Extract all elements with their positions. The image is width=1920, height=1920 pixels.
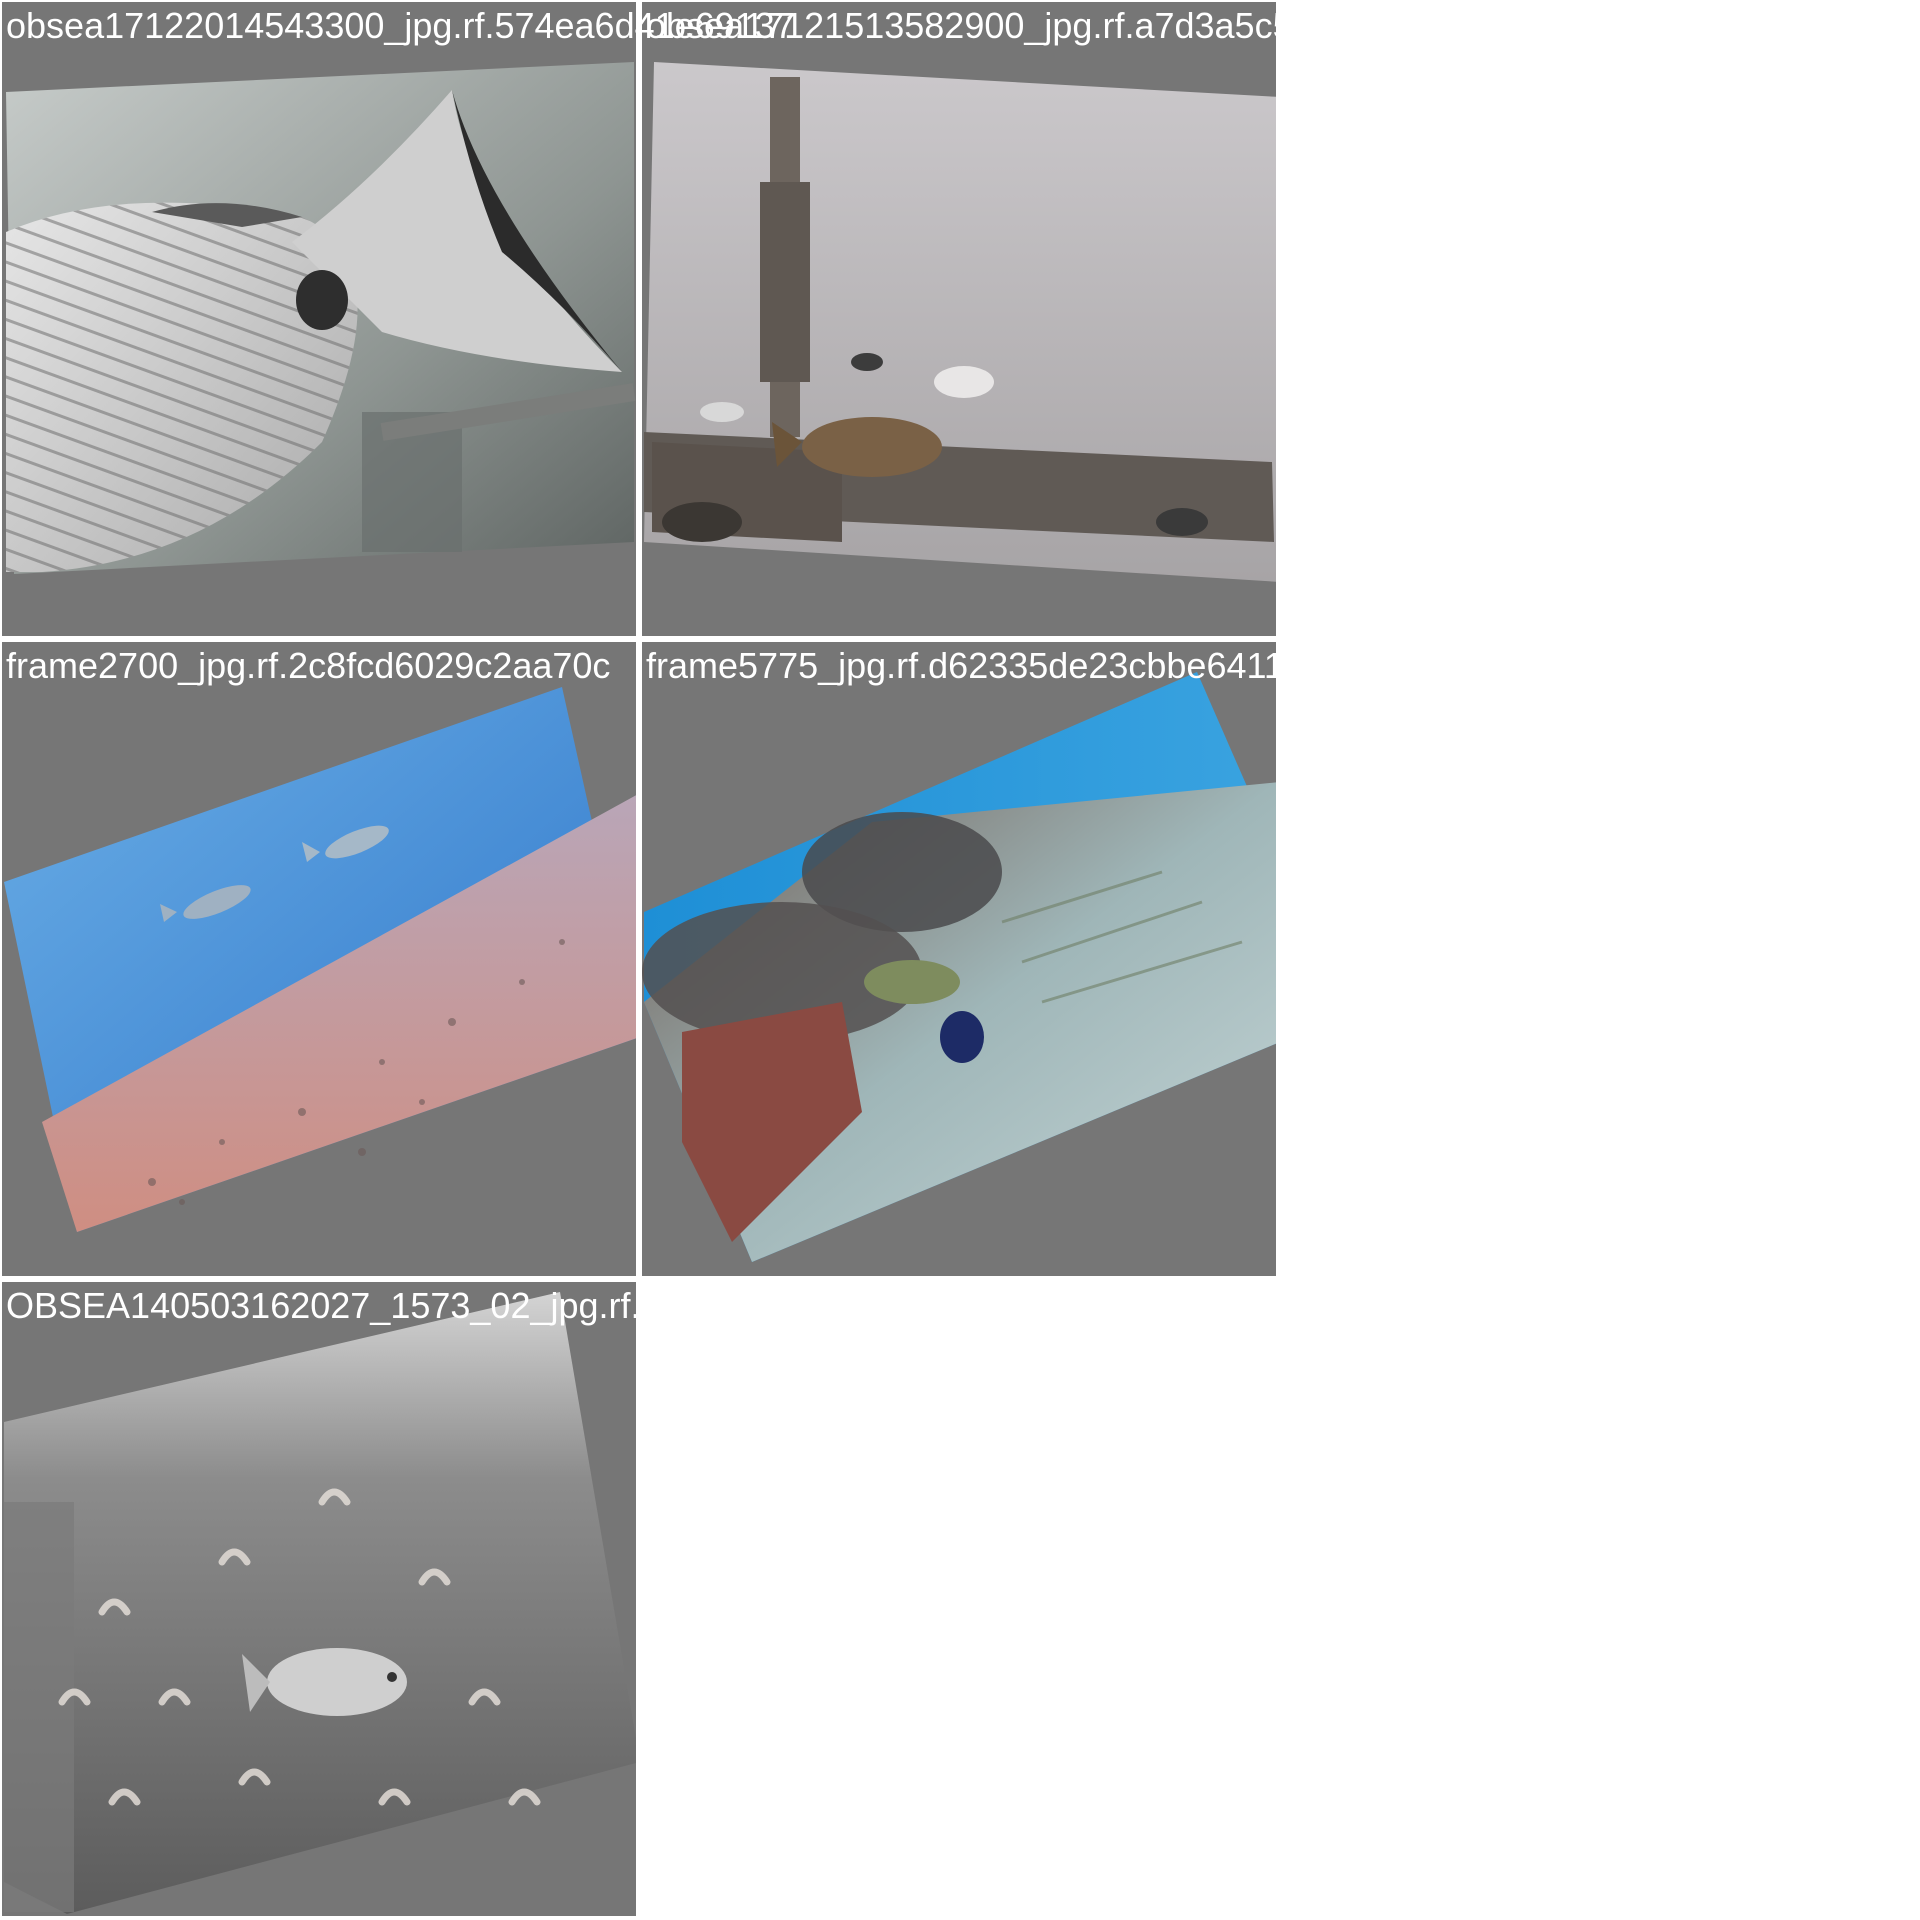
photo-2	[644, 62, 1276, 582]
image-tile-1: obsea17122014543300_jpg.rf.574ea6d41e691…	[0, 0, 795, 638]
photo-4	[642, 672, 1276, 1262]
image-tile-2: obsea17121513582900_jpg.rf.a7d3a5c5438ec	[640, 0, 1391, 638]
image-tile-4: frame5775_jpg.rf.d62335de23cbbe6411970cf…	[640, 640, 1392, 1278]
image-tile-3: frame2700_jpg.rf.2c8fcd6029c2aa70c	[0, 640, 638, 1278]
image-tile-5: OBSEA140503162027_1573_02_jpg.rf.2849eef	[0, 1280, 771, 1918]
photo-5	[4, 1292, 636, 1914]
photo-3	[4, 687, 636, 1232]
photo-1	[6, 62, 636, 574]
